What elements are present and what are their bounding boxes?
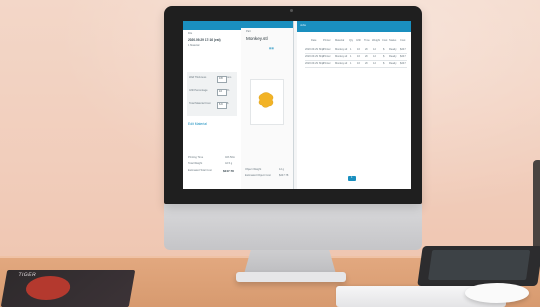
material-count: 1 Material — [188, 44, 200, 47]
tablet-screen — [428, 250, 531, 280]
column-header: Cost — [400, 39, 406, 42]
summary-label: Printing Time — [188, 156, 204, 159]
setting-label: Wall Thickness — [189, 76, 207, 79]
material-cost-input[interactable]: 6.9 — [217, 102, 227, 109]
setting-label: Total Material Cost — [189, 102, 211, 105]
column-header: Weight — [372, 39, 381, 42]
table-header: Date Printer Material Qty Infill Time We… — [305, 39, 409, 45]
model-preview[interactable] — [250, 79, 284, 125]
mouse — [465, 283, 529, 303]
app-screen: File 2020.09.29 17:16 (est) 1 Material W… — [183, 21, 411, 189]
right-panel-header: Jobs — [297, 21, 411, 32]
setting-unit: mm — [227, 76, 232, 79]
pagination-current[interactable]: 1 — [348, 176, 356, 181]
column-header: Cost — [382, 39, 388, 42]
object-weight-value: 12 g — [279, 168, 285, 171]
setting-unit: $ — [227, 102, 229, 105]
print-date: 2020.09.29 17:16 (est) — [188, 38, 221, 42]
object-cost-label: Estimated Object Cost — [245, 174, 271, 177]
wall-thickness-input[interactable]: 0.8 — [217, 76, 227, 83]
monkey-model-icon — [258, 92, 274, 108]
table-row[interactable]: 2020.09.29 Ship Printer Monkey.stl 1 16 … — [305, 55, 407, 61]
part-label: Part — [246, 30, 251, 33]
left-panel-label: File — [188, 32, 193, 35]
column-header: Qty — [349, 39, 354, 42]
table-row[interactable]: 2020.09.29 Ship Printer Monkey.stl 1 16 … — [305, 62, 407, 68]
imac-stand-foot — [236, 272, 346, 282]
summary-value: 02h 50m — [225, 156, 236, 159]
left-panel: File 2020.09.29 17:16 (est) 1 Material W… — [183, 21, 242, 189]
summary-label: Total Weight — [188, 162, 203, 165]
plant-stem — [533, 160, 540, 250]
object-cost-value: $247.78 — [279, 174, 289, 177]
camera-dot — [290, 9, 293, 12]
part-name: Monkey.stl — [246, 36, 268, 41]
imac-chin — [164, 204, 422, 250]
left-panel-header — [183, 21, 241, 30]
setting-label: Infill Percentage — [189, 89, 208, 92]
right-panel: Jobs Date Printer Material Qty Infill Ti… — [297, 21, 411, 189]
middle-panel: Part Monkey.stl ▦▦ Object Weight 12 g Es… — [241, 21, 294, 189]
middle-panel-header — [241, 21, 293, 28]
summary-value: 42.5 g — [225, 162, 233, 165]
tablet-device — [417, 246, 540, 286]
summary-label: Estimated Total Cost — [188, 169, 212, 172]
setting-unit: % — [227, 89, 230, 92]
table-row[interactable]: 2020.09.29 Ship Printer Monkey.stl 1 16 … — [305, 48, 407, 54]
column-header: Status — [389, 39, 397, 42]
jobs-title: Jobs — [300, 23, 306, 27]
edit-material-link[interactable]: Edit Material — [188, 122, 207, 126]
magazine-title: TIGER — [17, 272, 37, 278]
total-cost-value: $247.78 — [223, 169, 234, 173]
column-header: Time — [364, 39, 370, 42]
imac-stand — [244, 248, 336, 274]
view-toggle-icon[interactable]: ▦▦ — [269, 47, 274, 51]
column-header: Material — [335, 39, 345, 42]
magazine-cover-art — [23, 276, 73, 300]
column-header: Printer — [323, 39, 331, 42]
column-header: Date — [311, 39, 317, 42]
object-weight-label: Object Weight — [245, 168, 262, 171]
settings-card: Wall Thickness 0.8 mm Infill Percentage … — [187, 72, 237, 116]
column-header: Infill — [356, 39, 361, 42]
infill-input[interactable]: 16 — [217, 89, 227, 96]
magazine: TIGER — [0, 270, 136, 307]
